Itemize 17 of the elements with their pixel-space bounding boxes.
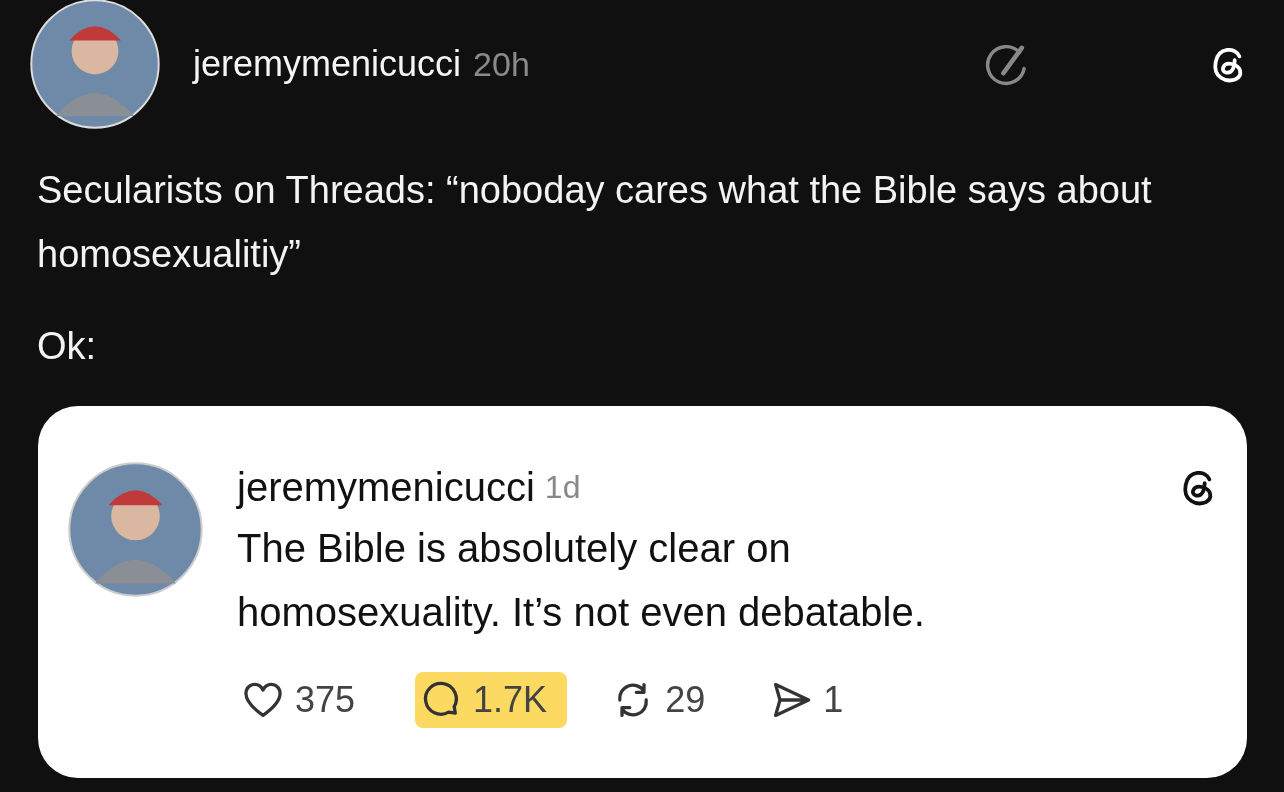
post-text: Secularists on Threads: “noboday cares what the Bible says about homosexualitiy”	[37, 168, 1153, 277]
post-time: 1d	[544, 468, 582, 506]
avatar[interactable]	[30, 0, 160, 129]
highlighted-action[interactable]: 1.7K	[415, 672, 568, 728]
quoted-post-card[interactable]: jeremymenicucci 1d The Bible is absolutely clear on homosexuality. It’s not even debatable. 375 1.7K 29 1	[38, 406, 1247, 778]
username[interactable]: jeremymenicucci	[237, 464, 535, 510]
post-text: The Bible is absolutely clear on homosexuality. It’s not even debatable.	[237, 525, 926, 636]
action-button[interactable]: 29	[607, 672, 726, 728]
action-button[interactable]: 375	[237, 672, 376, 728]
post-text: Ok:	[37, 324, 98, 369]
count: 1	[823, 679, 844, 721]
count: 375	[295, 679, 356, 721]
count: 29	[665, 679, 706, 721]
action-button[interactable]: 1	[765, 672, 864, 728]
username[interactable]: jeremymenicucci	[193, 43, 462, 85]
post-time: 20h	[473, 44, 530, 84]
count: 1.7K	[473, 679, 548, 721]
